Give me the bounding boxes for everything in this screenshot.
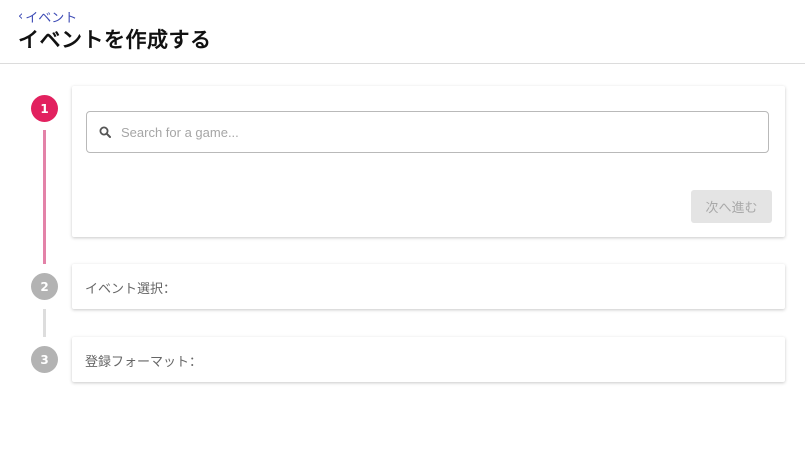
page-title: イベントを作成する: [18, 28, 212, 52]
step-3-card[interactable]: 登録フォーマット：: [72, 337, 785, 382]
step-2-label: イベント選択：: [85, 282, 177, 297]
search-input[interactable]: [119, 123, 723, 141]
step-1-card: 次へ進む: [72, 86, 785, 237]
search-field[interactable]: [86, 111, 769, 153]
step-3-indicator: 3: [31, 346, 58, 373]
step-connector-1: [43, 130, 46, 264]
step-1-indicator: 1: [31, 95, 58, 122]
step-connector-2: [43, 309, 46, 337]
step-3-label: 登録フォーマット：: [85, 355, 203, 370]
step-2-indicator: 2: [31, 273, 58, 300]
chevron-left-icon: ‹: [18, 9, 24, 24]
next-button[interactable]: 次へ進む: [691, 190, 772, 223]
search-icon: [99, 126, 111, 138]
step-2-card[interactable]: イベント選択：: [72, 264, 785, 309]
page-header: ‹ イベント イベントを作成する: [0, 0, 805, 64]
